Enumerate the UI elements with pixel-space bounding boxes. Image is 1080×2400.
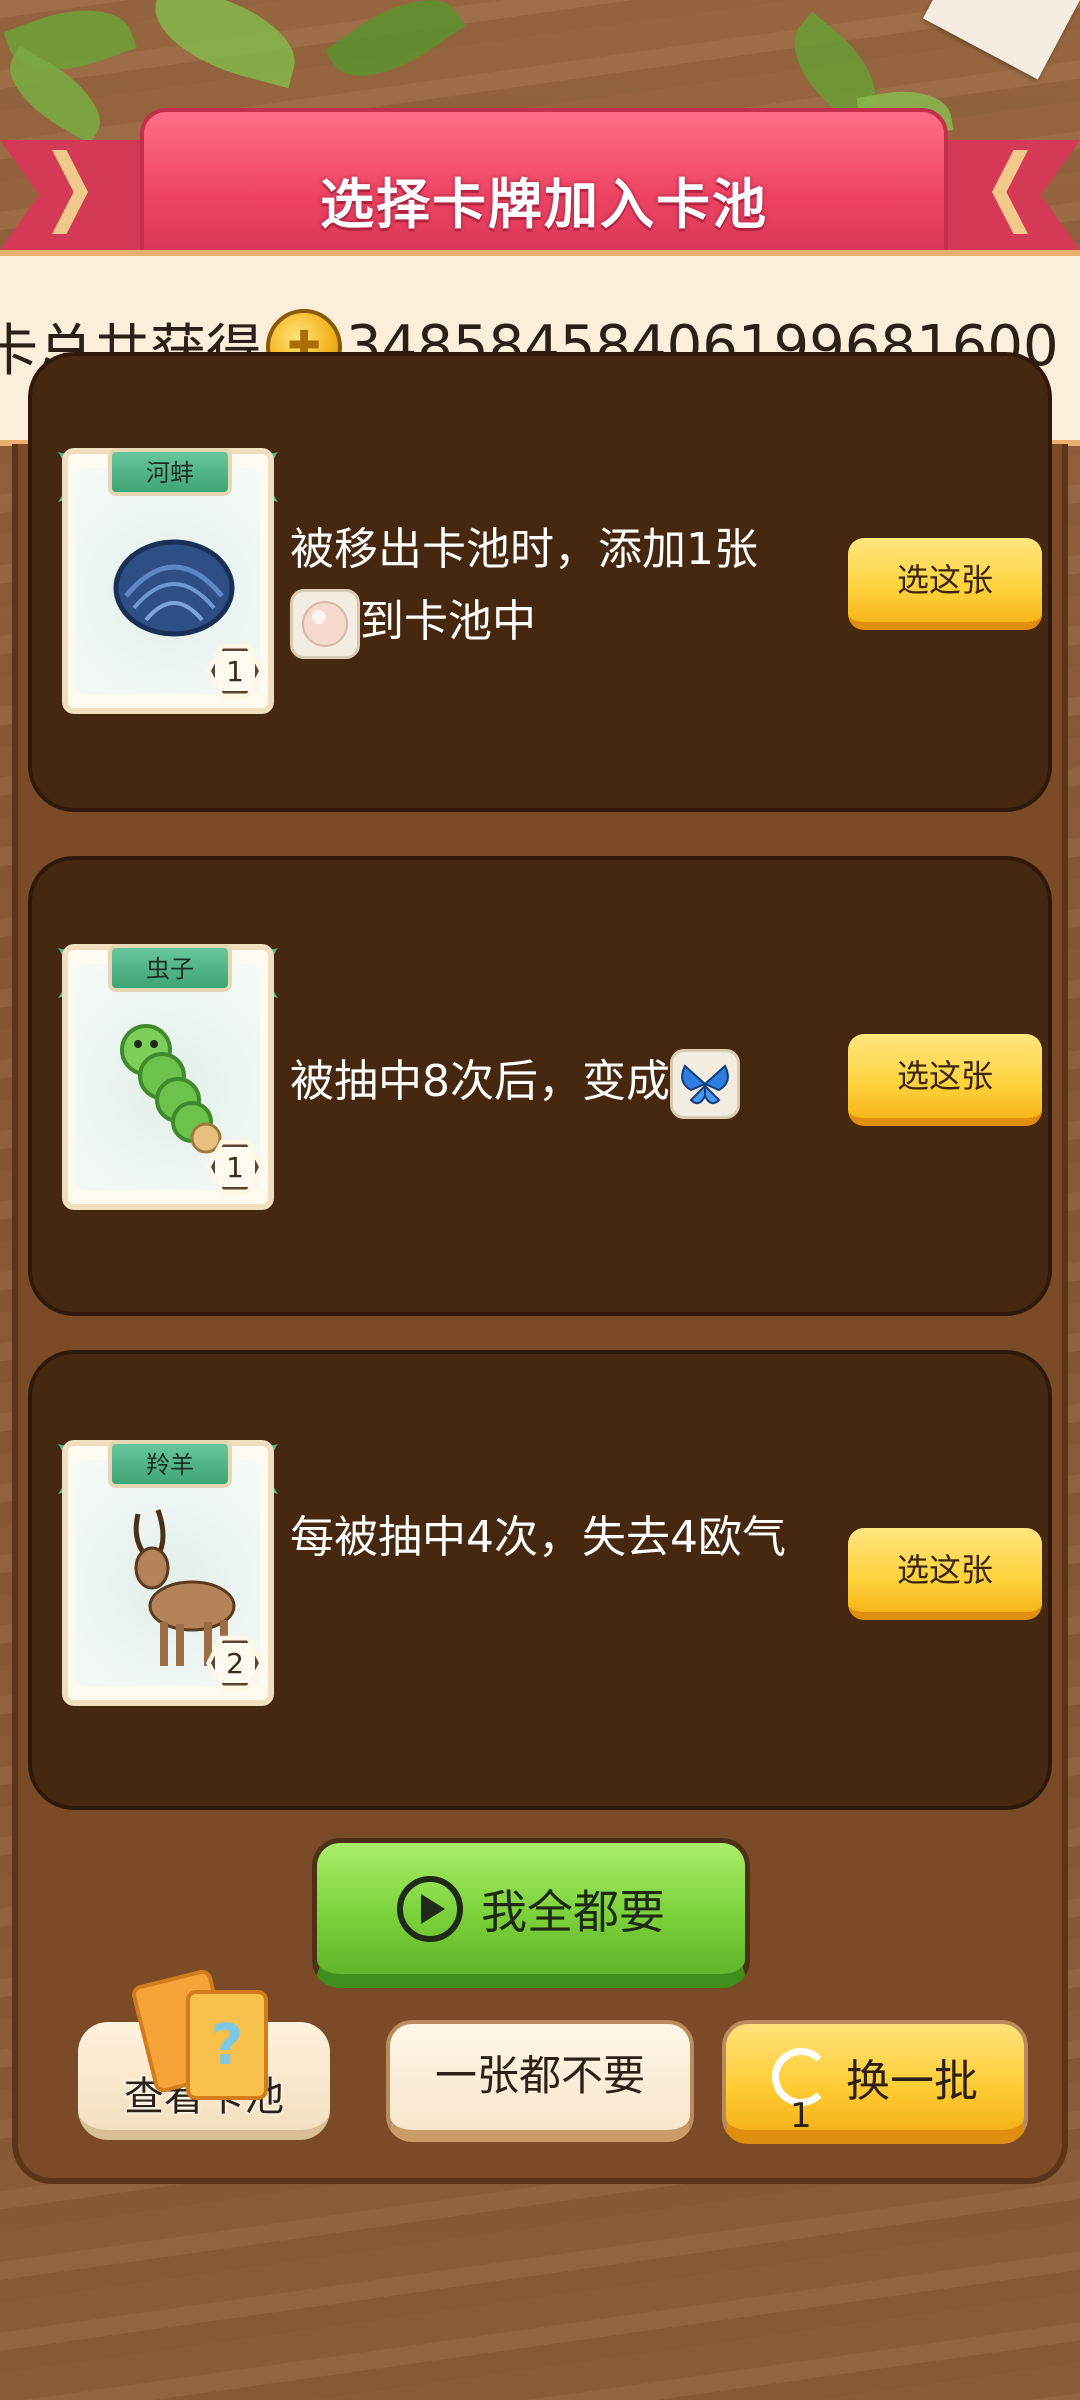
butterfly-icon xyxy=(670,1049,740,1119)
take-all-label: 我全都要 xyxy=(481,1884,665,1939)
card-description: 被移出卡池时，添加1张 到卡池中 xyxy=(290,514,830,659)
refresh-count: 1 xyxy=(790,2096,812,2136)
page-title: 选择卡牌加入卡池 xyxy=(320,173,768,236)
select-card-button[interactable]: 选这张 xyxy=(848,538,1042,630)
take-none-button[interactable]: 一张都不要 xyxy=(386,2020,694,2142)
card-name-label: 羚羊 xyxy=(108,1440,232,1488)
title-banner: 选择卡牌加入卡池 xyxy=(140,108,948,266)
paper-note-decoration xyxy=(922,0,1080,80)
select-card-button[interactable]: 选这张 xyxy=(848,1034,1042,1126)
card-name-label: 虫子 xyxy=(108,944,232,992)
refresh-batch-button[interactable]: 换一批 xyxy=(722,2020,1028,2144)
take-all-button[interactable]: 我全都要 xyxy=(312,1838,750,1988)
select-card-button[interactable]: 选这张 xyxy=(848,1528,1042,1620)
card-stack-icon: ? xyxy=(129,1967,282,2100)
ribbon-tail-left xyxy=(0,140,140,250)
card-description: 被抽中8次后，变成 xyxy=(290,1046,830,1119)
refresh-label: 换一批 xyxy=(846,2056,978,2107)
play-icon xyxy=(397,1875,463,1942)
leaf-decoration xyxy=(143,0,307,89)
pearl-icon xyxy=(290,589,360,659)
leaf-decoration xyxy=(324,0,466,100)
card-description: 每被抽中4次，失去4欧气 xyxy=(290,1512,786,1563)
ribbon-tail-right xyxy=(940,140,1080,250)
card-name-label: 河蚌 xyxy=(108,448,232,496)
